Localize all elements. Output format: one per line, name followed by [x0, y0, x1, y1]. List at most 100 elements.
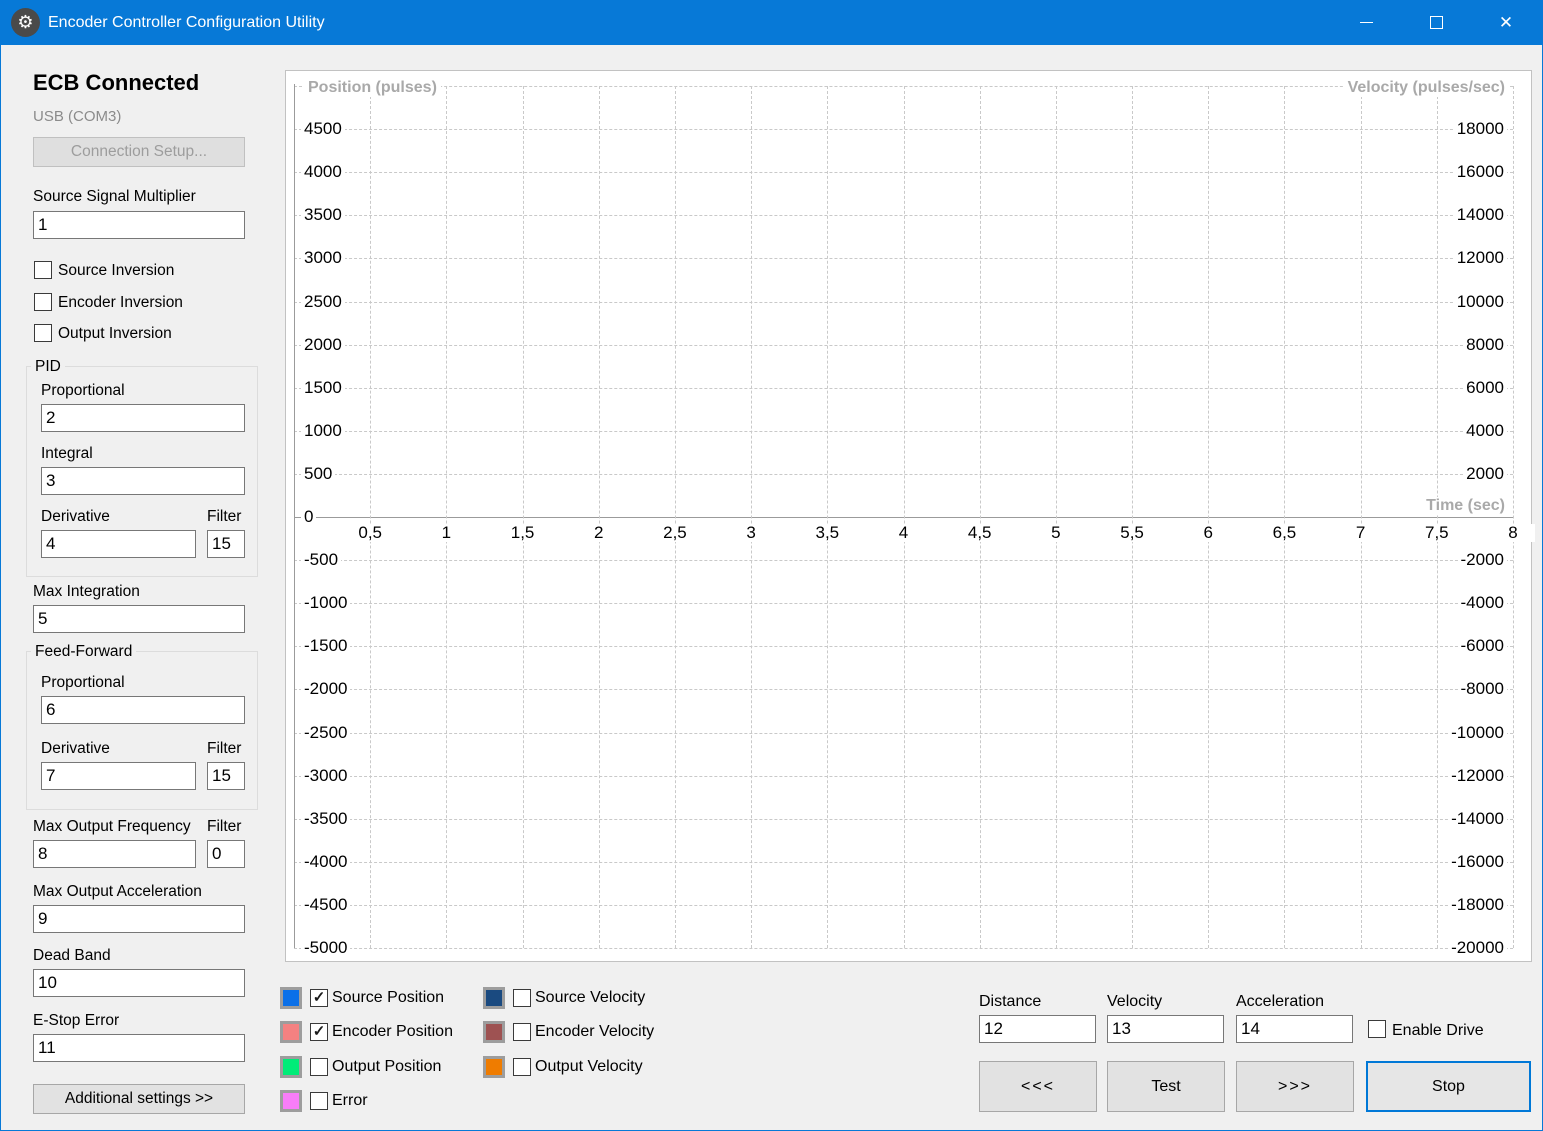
source-inversion-checkbox[interactable] [34, 261, 52, 279]
output-velocity-checkbox[interactable] [513, 1058, 531, 1076]
vertical-gridline [598, 86, 600, 948]
x-axis-tick-label: 4,5 [957, 524, 1002, 542]
legend-label: Error [332, 1092, 368, 1109]
ff-derivative-label: Derivative [41, 740, 110, 757]
max-output-frequency-filter-input[interactable] [207, 840, 245, 868]
output-inversion-label: Output Inversion [58, 325, 172, 342]
velocity-input[interactable] [1107, 1015, 1224, 1043]
right-axis-tick-label: -20000 [1448, 938, 1507, 958]
additional-settings-button[interactable]: Additional settings >> [33, 1084, 245, 1114]
pid-filter-input[interactable] [207, 530, 245, 558]
titlebar: ⚙ Encoder Controller Configuration Utili… [0, 0, 1543, 45]
x-axis-tick-label: 7 [1338, 524, 1383, 542]
vertical-gridline [674, 86, 676, 948]
dead-band-input[interactable] [33, 969, 245, 997]
connection-setup-button[interactable]: Connection Setup... [33, 137, 245, 167]
x-axis-title: Time (sec) [1422, 497, 1509, 515]
legend-label: Output Velocity [535, 1058, 643, 1075]
source-velocity-checkbox[interactable] [513, 989, 531, 1007]
right-axis-tick-label: 12000 [1453, 248, 1507, 269]
distance-input[interactable] [979, 1015, 1096, 1043]
enable-drive-checkbox[interactable] [1368, 1020, 1386, 1038]
error-checkbox[interactable] [310, 1092, 328, 1110]
pid-integral-input[interactable] [41, 467, 245, 495]
ff-derivative-input[interactable] [41, 762, 196, 790]
right-axis-tick-label: 10000 [1453, 291, 1507, 312]
stop-button[interactable]: Stop [1366, 1061, 1531, 1112]
encoder-position-checkbox[interactable]: ✓ [310, 1023, 328, 1041]
jog-reverse-button[interactable]: <<< [979, 1061, 1097, 1112]
legend-label: Output Position [332, 1058, 442, 1075]
maximize-button[interactable] [1401, 0, 1471, 45]
e-stop-error-input[interactable] [33, 1034, 245, 1062]
encoder-velocity-checkbox[interactable] [513, 1023, 531, 1041]
chart-panel: 4500 4000 3500 3000 2500 2000 1500 1000 500 0 -500… [285, 70, 1535, 962]
window-title: Encoder Controller Configuration Utility [48, 14, 325, 31]
left-axis-tick-label: -1000 [301, 593, 351, 614]
maximize-icon [1429, 16, 1443, 29]
vertical-gridline [446, 86, 448, 948]
left-axis-tick-label: -2000 [301, 679, 351, 700]
source-signal-multiplier-label: Source Signal Multiplier [33, 188, 196, 205]
left-axis-tick-label: 3000 [301, 248, 345, 269]
legend-label: Source Position [332, 989, 445, 1006]
left-axis-tick-label: -5000 [301, 938, 351, 958]
right-axis-tick-label: -16000 [1448, 851, 1507, 872]
vertical-gridline [903, 86, 905, 948]
vertical-gridline [1208, 86, 1210, 948]
legend-item-error: Error [280, 1090, 480, 1112]
left-axis-tick-label: 3500 [301, 205, 345, 226]
ff-proportional-input[interactable] [41, 696, 245, 724]
pid-filter-label: Filter [207, 508, 242, 525]
enable-drive-label: Enable Drive [1392, 1022, 1484, 1039]
pid-group-title: PID [31, 358, 65, 376]
max-output-frequency-input[interactable] [33, 840, 196, 868]
legend-item-encoder-position: ✓ Encoder Position [280, 1021, 480, 1043]
x-axis-tick-label: 3,5 [805, 524, 850, 542]
output-position-checkbox[interactable] [310, 1058, 328, 1076]
e-stop-error-label: E-Stop Error [33, 1012, 120, 1029]
source-signal-multiplier-input[interactable] [33, 211, 245, 239]
horizontal-gridline [294, 948, 1513, 949]
port-label: USB (COM3) [33, 108, 122, 125]
legend-label: Encoder Position [332, 1023, 453, 1040]
distance-label: Distance [979, 993, 1042, 1010]
vertical-gridline [522, 86, 524, 948]
x-axis-tick-label: 2 [576, 524, 621, 542]
ff-filter-input[interactable] [207, 762, 245, 790]
encoder-inversion-checkbox[interactable] [34, 293, 52, 311]
left-axis-tick-label: 2500 [301, 291, 345, 312]
feed-forward-group-title: Feed-Forward [31, 643, 137, 661]
output-inversion-checkbox[interactable] [34, 324, 52, 342]
max-integration-input[interactable] [33, 605, 245, 633]
legend-item-source-velocity: Source Velocity [483, 987, 683, 1009]
right-axis-tick-label: -2000 [1457, 550, 1507, 571]
x-axis-tick-label: 7,5 [1414, 524, 1459, 542]
left-axis-tick-label: 0 [301, 507, 317, 527]
max-output-frequency-filter-label: Filter [207, 818, 242, 835]
close-button[interactable]: ✕ [1471, 0, 1541, 45]
pid-proportional-input[interactable] [41, 404, 245, 432]
left-axis-tick-label: -500 [301, 550, 342, 571]
test-button[interactable]: Test [1107, 1061, 1225, 1112]
pid-derivative-input[interactable] [41, 530, 196, 558]
x-axis-tick-label: 1,5 [500, 524, 545, 542]
ff-proportional-label: Proportional [41, 674, 125, 691]
series-color-swatch [483, 1056, 505, 1078]
right-axis-tick-label: 8000 [1463, 334, 1507, 355]
series-color-swatch [280, 987, 302, 1009]
series-color-swatch [280, 1056, 302, 1078]
jog-forward-button[interactable]: >>> [1236, 1061, 1354, 1112]
left-axis-tick-label: 1500 [301, 377, 345, 398]
source-position-checkbox[interactable]: ✓ [310, 989, 328, 1007]
max-output-acceleration-input[interactable] [33, 905, 245, 933]
vertical-gridline [1132, 86, 1134, 948]
minimize-button[interactable] [1331, 0, 1401, 45]
acceleration-label: Acceleration [1236, 993, 1325, 1010]
right-axis-tick-label: 2000 [1463, 463, 1507, 484]
legend-item-source-position: ✓ Source Position [280, 987, 480, 1009]
series-color-swatch [483, 1021, 505, 1043]
right-axis-tick-label: -12000 [1448, 765, 1507, 786]
vertical-gridline [1360, 86, 1362, 948]
acceleration-input[interactable] [1236, 1015, 1353, 1043]
